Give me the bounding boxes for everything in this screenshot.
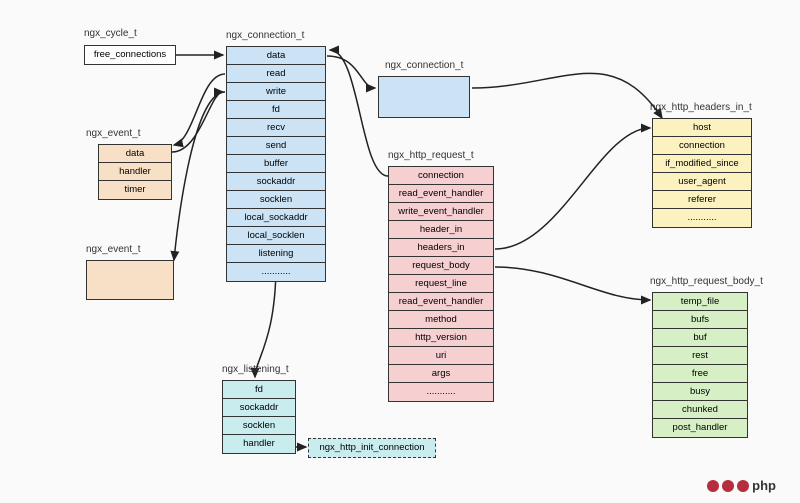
row-req-request-line: request_line [389,275,493,293]
row-rb-buf: buf [653,329,747,347]
row-conn-socklen: socklen [227,191,325,209]
row-conn-buffer: buffer [227,155,325,173]
title-ngx-cycle-t: ngx_cycle_t [84,28,137,39]
row-req-write-ev-h: write_event_handler [389,203,493,221]
row-req-read-ev-h2: read_event_handler [389,293,493,311]
row-conn-local-sockaddr: local_sockaddr [227,209,325,227]
row-req-connection: connection [389,167,493,185]
row-conn-sockaddr: sockaddr [227,173,325,191]
row-hin-ua: user_agent [653,173,751,191]
row-conn-read: read [227,65,325,83]
row-hin-referer: referer [653,191,751,209]
title-ngx-event-t-2: ngx_event_t [86,244,141,255]
row-lis-handler: handler [223,435,295,453]
row-conn-local-socklen: local_socklen [227,227,325,245]
row-conn-dots: ........... [227,263,325,281]
row-rb-bufs: bufs [653,311,747,329]
php-logo: php [707,478,776,493]
row-conn-fd: fd [227,101,325,119]
row-lis-fd: fd [223,381,295,399]
row-conn-listening: listening [227,245,325,263]
row-rb-free: free [653,365,747,383]
row-event1-timer: timer [99,181,171,199]
struct-ngx-connection-t: data read write fd recv send buffer sock… [226,46,326,282]
row-conn-recv: recv [227,119,325,137]
title-ngx-listening-t: ngx_listening_t [222,364,289,375]
struct-ngx-http-headers-in-t: host connection if_modified_since user_a… [652,118,752,228]
row-event1-data: data [99,145,171,163]
row-conn-data: data [227,47,325,65]
row-event1-handler: handler [99,163,171,181]
logo-text: php [752,478,776,493]
row-conn-send: send [227,137,325,155]
title-ngx-event-t-1: ngx_event_t [86,128,141,139]
row-rb-busy: busy [653,383,747,401]
row-rb-posthandler: post_handler [653,419,747,437]
row-conn-write: write [227,83,325,101]
struct-ngx-cycle-t: free_connections [84,45,176,65]
title-ngx-connection-t-2: ngx_connection_t [385,60,463,71]
logo-circle-icon [737,480,749,492]
logo-circle-icon [722,480,734,492]
row-req-uri: uri [389,347,493,365]
row-req-args: args [389,365,493,383]
struct-ngx-http-request-body-t: temp_file bufs buf rest free busy chunke… [652,292,748,438]
row-req-http-version: http_version [389,329,493,347]
row-hin-ifmod: if_modified_since [653,155,751,173]
title-ngx-http-request-t: ngx_http_request_t [388,150,474,161]
row-lis-socklen: socklen [223,417,295,435]
title-ngx-http-headers-in-t: ngx_http_headers_in_t [650,102,752,113]
struct-ngx-event-t-1: data handler timer [98,144,172,200]
row-rb-tempfile: temp_file [653,293,747,311]
struct-handler-target: ngx_http_init_connection [308,438,436,458]
row-req-dots: ........... [389,383,493,401]
struct-ngx-event-t-2 [86,260,174,300]
row-rb-chunked: chunked [653,401,747,419]
struct-ngx-connection-t-2 [378,76,470,118]
struct-ngx-http-request-t: connection read_event_handler write_even… [388,166,494,402]
row-req-read-ev-h: read_event_handler [389,185,493,203]
row-req-request-body: request_body [389,257,493,275]
title-ngx-connection-t: ngx_connection_t [226,30,304,41]
logo-circle-icon [707,480,719,492]
row-rb-rest: rest [653,347,747,365]
row-req-method: method [389,311,493,329]
row-lis-sockaddr: sockaddr [223,399,295,417]
row-req-header-in: header_in [389,221,493,239]
row-free-connections: free_connections [85,46,175,64]
row-hin-dots: ........... [653,209,751,227]
row-hin-host: host [653,119,751,137]
struct-ngx-listening-t: fd sockaddr socklen handler [222,380,296,454]
row-init-connection: ngx_http_init_connection [309,439,435,457]
title-ngx-http-request-body-t: ngx_http_request_body_t [650,276,763,287]
row-hin-connection: connection [653,137,751,155]
row-req-headers-in: headers_in [389,239,493,257]
